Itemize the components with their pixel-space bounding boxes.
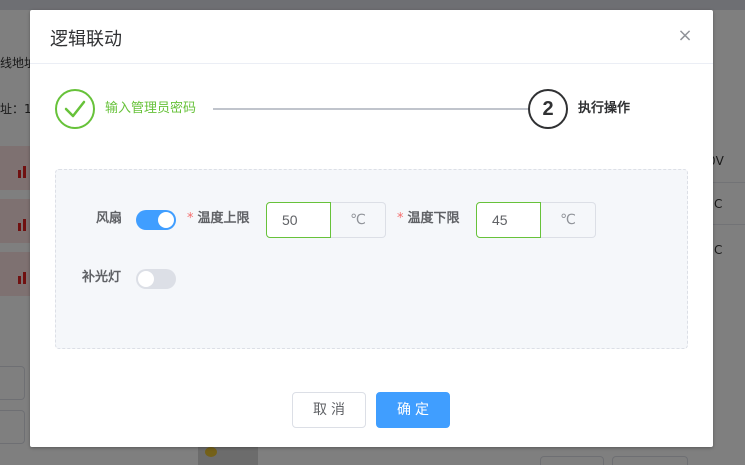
temp-upper-unit: ℃ <box>331 202 386 238</box>
fan-label: 风扇 <box>96 211 123 226</box>
logic-linkage-dialog: 逻辑联动 × 输入管理员密码 2 执行操作 风扇 * 温度上限 50 ℃ * 温度下… <box>30 10 713 447</box>
step-1-label: 输入管理员密码 <box>105 101 197 116</box>
step-1-indicator <box>55 89 95 129</box>
step-2-label: 执行操作 <box>578 101 631 116</box>
temp-upper-input[interactable]: 50 <box>266 202 331 238</box>
close-icon[interactable]: × <box>677 27 693 45</box>
temp-lower-unit: ℃ <box>541 202 596 238</box>
fill-light-label: 补光灯 <box>82 270 122 285</box>
dialog-title: 逻辑联动 <box>50 29 122 50</box>
required-mark: * <box>187 211 194 226</box>
step-2-number: 2 <box>542 97 554 120</box>
fill-light-switch[interactable] <box>136 269 176 289</box>
temp-lower-label: * 温度下限 <box>397 211 460 226</box>
temp-upper-label: * 温度上限 <box>187 211 250 226</box>
confirm-button[interactable]: 确定 <box>376 392 450 428</box>
fan-switch[interactable] <box>136 210 176 230</box>
check-icon <box>64 100 86 118</box>
linkage-config-panel <box>55 169 688 349</box>
step-2-indicator: 2 <box>528 89 568 129</box>
dialog-header: 逻辑联动 × <box>30 10 713 64</box>
switch-knob <box>138 271 154 287</box>
switch-knob <box>158 212 174 228</box>
required-mark: * <box>397 211 404 226</box>
temp-lower-input[interactable]: 45 <box>476 202 541 238</box>
step-connector <box>213 108 528 110</box>
cancel-button[interactable]: 取消 <box>292 392 366 428</box>
